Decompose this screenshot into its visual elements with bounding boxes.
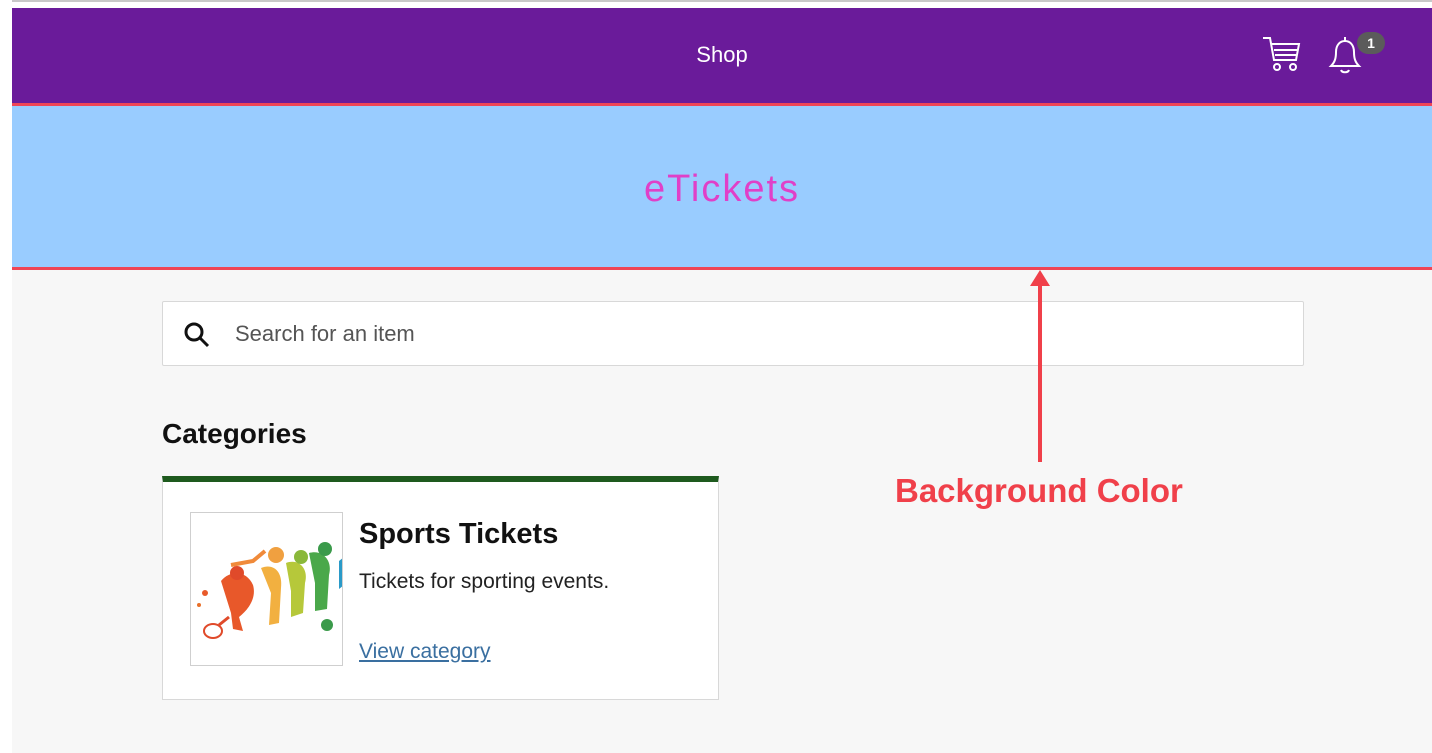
cart-icon[interactable] [1260, 32, 1304, 76]
search-icon [183, 321, 211, 349]
annotation-label: Background Color [895, 472, 1183, 509]
search-bar[interactable] [162, 301, 1304, 366]
categories-heading: Categories [162, 418, 307, 449]
search-input[interactable] [235, 314, 1275, 354]
notification-count-badge: 1 [1357, 32, 1385, 54]
banner-title: eTickets [643, 168, 801, 210]
category-description: Tickets for sporting events. [359, 570, 610, 593]
view-category-link[interactable]: View category [359, 640, 491, 664]
page-title: Shop [696, 42, 748, 67]
window-top-border [12, 0, 1432, 8]
category-card: Sports Tickets Tickets for sporting even… [162, 476, 719, 700]
hero-banner: eTickets [12, 103, 1432, 270]
sports-thumbnail-image [190, 512, 343, 666]
annotation-arrow-icon [1020, 266, 1060, 466]
window-gutter [0, 0, 12, 753]
category-title: Sports Tickets [359, 518, 559, 550]
top-navigation-bar: Shop 1 [12, 8, 1432, 103]
